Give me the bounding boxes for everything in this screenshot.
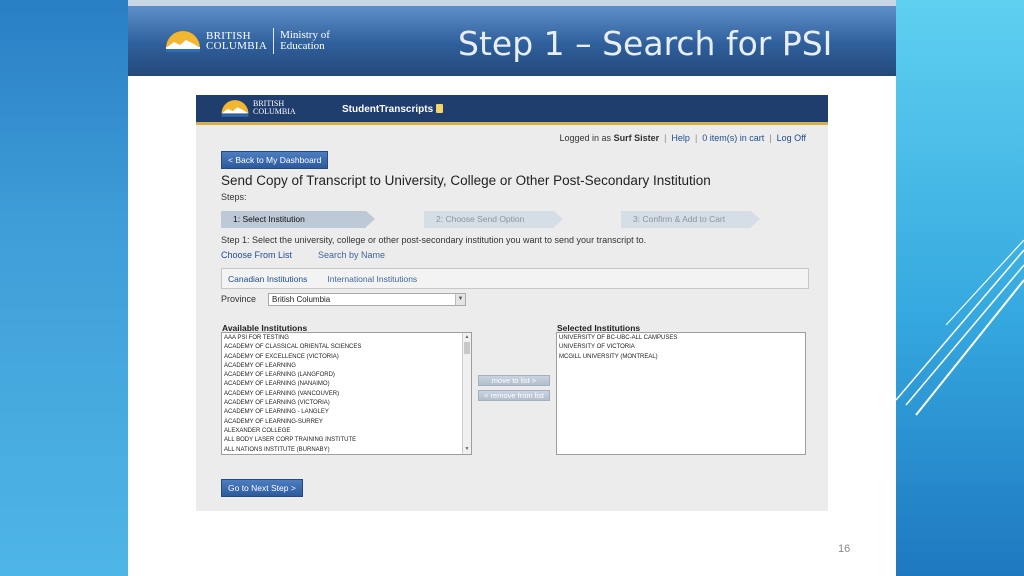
province-select[interactable]: British Columbia ▼ xyxy=(268,293,466,306)
list-item[interactable]: ALL BODY LASER CORP TRAINING INSTITUTE xyxy=(224,436,469,445)
logo-divider xyxy=(273,28,275,54)
app-header: BRITISH COLUMBIA StudentTranscripts xyxy=(196,95,828,125)
scroll-down-icon[interactable]: ▼ xyxy=(463,445,471,454)
user-name: Surf Sister xyxy=(613,133,660,143)
choose-from-list-link[interactable]: Choose From List xyxy=(221,250,292,260)
list-item[interactable]: ACADEMY OF LEARNING xyxy=(224,362,469,371)
available-list-scrollbar[interactable]: ▲ ▼ xyxy=(462,333,471,454)
list-item[interactable]: ACADEMY OF LEARNING - LANGLEY xyxy=(224,408,469,417)
app-logo-text: BRITISH COLUMBIA xyxy=(253,100,296,116)
list-item[interactable]: ACADEMY OF CLASSICAL ORIENTAL SCIENCES xyxy=(224,343,469,352)
log-off-link[interactable]: Log Off xyxy=(777,133,806,143)
selected-list-items: UNIVERSITY OF BC-UBC-ALL CAMPUSES UNIVERS… xyxy=(559,334,803,362)
decorative-lines xyxy=(896,239,1024,416)
slide-header: BRITISH COLUMBIA Ministry of Education S… xyxy=(128,6,896,76)
ministry-line2: Education xyxy=(280,40,325,52)
move-to-list-button[interactable]: move to list > xyxy=(478,375,550,386)
selected-institutions-list[interactable]: UNIVERSITY OF BC-UBC-ALL CAMPUSES UNIVERS… xyxy=(556,332,806,455)
bc-government-logo: BRITISH COLUMBIA Ministry of Education xyxy=(164,28,330,54)
go-to-next-step-button[interactable]: Go to Next Step > xyxy=(221,479,303,497)
remove-from-list-button[interactable]: < remove from list xyxy=(478,390,550,401)
user-bar: Logged in as Surf Sister | Help | 0 item… xyxy=(560,133,807,143)
separator: | xyxy=(769,133,772,143)
tab-international-institutions[interactable]: International Institutions xyxy=(327,274,417,284)
scrollbar-thumb[interactable] xyxy=(464,342,470,354)
step-1-label: 1: Select Institution xyxy=(233,214,305,224)
list-item[interactable]: ACADEMY OF LEARNING-SURREY xyxy=(224,418,469,427)
list-item[interactable]: ACADEMY OF LEARNING (LANGFORD) xyxy=(224,371,469,380)
separator: | xyxy=(664,133,667,143)
list-item[interactable]: UNIVERSITY OF VICTORIA xyxy=(559,343,803,352)
step-3-confirm-add-to-cart: 3: Confirm & Add to Cart xyxy=(621,211,760,228)
available-institutions-list[interactable]: AAA PSI FOR TESTING ACADEMY OF CLASSICAL … xyxy=(221,332,472,455)
bc-sun-logo-icon xyxy=(166,31,200,52)
logo-line2: COLUMBIA xyxy=(206,40,268,52)
slide: BRITISH COLUMBIA Ministry of Education S… xyxy=(128,0,896,576)
step-instruction: Step 1: Select the university, college o… xyxy=(221,235,646,245)
ministry-name: Ministry of Education xyxy=(280,30,330,52)
page-number: 16 xyxy=(838,543,851,555)
list-item[interactable]: ALEXANDER COLLEGE xyxy=(224,427,469,436)
step-1-select-institution: 1: Select Institution xyxy=(221,211,375,228)
list-item[interactable]: ACADEMY OF LEARNING (NANAIMO) xyxy=(224,380,469,389)
step-3-label: 3: Confirm & Add to Cart xyxy=(633,214,726,224)
list-item[interactable]: ACADEMY OF LEARNING (VANCOUVER) xyxy=(224,390,469,399)
tab-canadian-institutions[interactable]: Canadian Institutions xyxy=(228,274,307,284)
cart-link[interactable]: 0 item(s) in cart xyxy=(702,133,764,143)
list-item[interactable]: UNIVERSITY OF BC-UBC-ALL CAMPUSES xyxy=(559,334,803,343)
list-item[interactable]: ACADEMY OF LEARNING (VICTORIA) xyxy=(224,399,469,408)
available-list-items: AAA PSI FOR TESTING ACADEMY OF CLASSICAL … xyxy=(224,334,469,454)
institution-tabs: Canadian Institutions International Inst… xyxy=(221,268,809,289)
list-item[interactable]: MCGILL UNIVERSITY (MONTREAL) xyxy=(559,353,803,362)
separator: | xyxy=(694,133,698,143)
instruction-prefix: Step 1: xyxy=(221,235,250,245)
app-name-text: StudentTranscripts xyxy=(342,104,434,115)
instruction-text: Select the university, college or other … xyxy=(252,235,647,245)
app-bc-logo: BRITISH COLUMBIA xyxy=(220,99,296,117)
document-icon xyxy=(436,104,444,113)
list-item[interactable]: ALL NATIONS INSTITUTE (BURNABY) xyxy=(224,446,469,454)
app-sun-logo-icon xyxy=(221,100,249,117)
choose-method-links: Choose From List Search by Name xyxy=(221,250,385,260)
list-item[interactable]: AAA PSI FOR TESTING xyxy=(224,334,469,343)
list-item[interactable]: ACADEMY OF EXCELLENCE (VICTORIA) xyxy=(224,353,469,362)
slide-title: Step 1 – Search for PSI xyxy=(458,24,833,63)
app-screenshot: BRITISH COLUMBIA StudentTranscripts Logg… xyxy=(196,95,828,511)
step-2-label: 2: Choose Send Option xyxy=(436,214,525,224)
chevron-down-icon[interactable]: ▼ xyxy=(455,294,465,305)
province-label: Province xyxy=(221,294,257,304)
help-link[interactable]: Help xyxy=(671,133,690,143)
page-heading: Send Copy of Transcript to University, C… xyxy=(221,173,711,188)
back-to-dashboard-button[interactable]: < Back to My Dashboard xyxy=(221,151,329,169)
logged-in-prefix: Logged in as xyxy=(559,133,612,143)
search-by-name-link[interactable]: Search by Name xyxy=(318,250,385,260)
steps-label: Steps: xyxy=(221,192,247,202)
logged-in-label: Logged in as Surf Sister xyxy=(560,133,660,143)
app-name: StudentTranscripts xyxy=(342,104,444,115)
bc-logo-text: BRITISH COLUMBIA xyxy=(206,31,268,52)
app-logo-line2: COLUMBIA xyxy=(253,107,296,116)
step-2-choose-send-option: 2: Choose Send Option xyxy=(424,211,563,228)
scroll-up-icon[interactable]: ▲ xyxy=(463,333,471,342)
province-value: British Columbia xyxy=(272,295,331,304)
